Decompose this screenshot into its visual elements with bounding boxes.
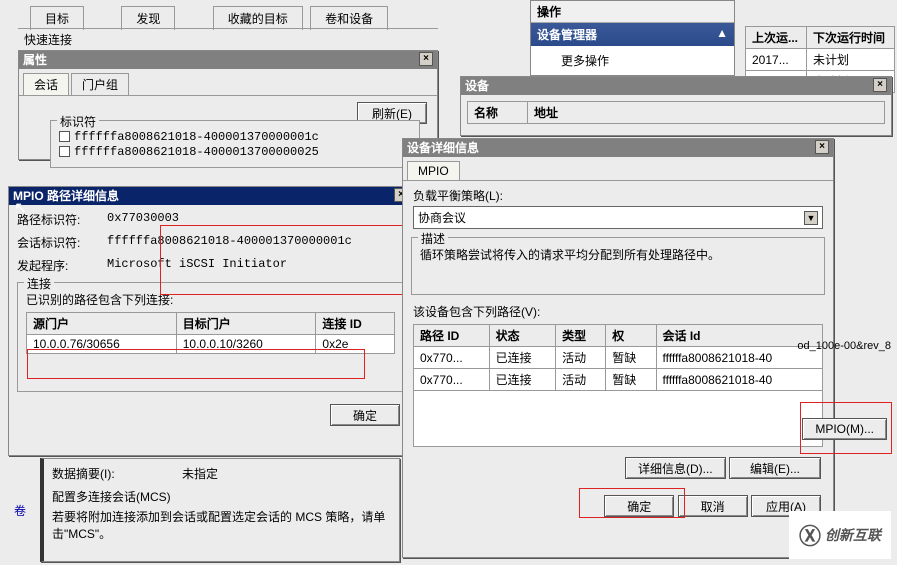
connections-legend: 连接 xyxy=(24,275,54,292)
devices-window: 设备 × 名称地址 xyxy=(460,76,892,136)
ok-button[interactable]: 确定 xyxy=(330,404,400,426)
device-manager-label: 设备管理器 xyxy=(537,26,597,43)
col-name: 名称 xyxy=(468,102,528,124)
cell: 0x770... xyxy=(414,347,490,369)
cell: 已连接 xyxy=(489,369,556,391)
tab-vol[interactable]: 卷和设备 xyxy=(310,6,388,30)
cell: 活动 xyxy=(556,347,606,369)
col-weight: 权 xyxy=(606,325,656,347)
ok-button[interactable]: 确定 xyxy=(604,495,674,517)
cell: 0x2e xyxy=(316,335,395,354)
path-id-label: 路径标识符: xyxy=(17,211,107,228)
col-path-id: 路径 ID xyxy=(414,325,490,347)
identifier-row[interactable]: ffffffa8008621018-4000013700000025 xyxy=(59,144,411,159)
info-panel: 数据摘要(I):未指定 配置多连接会话(MCS) 若要将附加连接添加到会话或配置… xyxy=(40,458,400,562)
paths-label: 该设备包含下列路径(V): xyxy=(413,303,823,320)
identifier-row[interactable]: ffffffa8008621018-400001370000001c xyxy=(59,129,411,144)
cancel-button[interactable]: 取消 xyxy=(678,495,748,517)
table-row[interactable]: 10.0.0.76/30656 10.0.0.10/3260 0x2e xyxy=(27,335,395,354)
more-actions[interactable]: 更多操作 xyxy=(531,46,734,75)
chevron-down-icon[interactable]: ▼ xyxy=(804,211,818,225)
cell: 2017... xyxy=(746,49,807,71)
initiator-value: Microsoft iSCSI Initiator xyxy=(107,257,287,274)
identifier-value: ffffffa8008621018-400001370000001c xyxy=(74,130,319,144)
tab-fav[interactable]: 收藏的目标 xyxy=(213,6,303,30)
connections-desc: 已识别的路径包含下列连接: xyxy=(26,291,395,308)
devices-table: 名称地址 xyxy=(467,101,885,124)
tab-mpio[interactable]: MPIO xyxy=(407,161,460,180)
tab-discover[interactable]: 发现 xyxy=(121,6,175,30)
initiator-label: 发起程序: xyxy=(17,257,107,274)
tab-portal-group[interactable]: 门户组 xyxy=(71,73,129,95)
col-target-portal: 目标门户 xyxy=(176,313,316,335)
session-id-label: 会话标识符: xyxy=(17,234,107,251)
actions-title: 操作 xyxy=(531,1,734,23)
col-nextrun: 下次运行时间 xyxy=(807,27,895,49)
table-row[interactable]: 0x770... 已连接 活动 暂缺 ffffffa8008621018-40 xyxy=(414,369,823,391)
left-nav-char[interactable]: 卷 xyxy=(14,502,26,519)
cell: ffffffa8008621018-40 xyxy=(656,369,822,391)
quick-connect-label: 快速连接 xyxy=(18,28,438,50)
session-id-value: ffffffa8008621018-400001370000001c xyxy=(107,234,352,251)
close-icon[interactable]: × xyxy=(419,52,433,66)
checkbox[interactable] xyxy=(59,146,70,157)
logo-icon: Ⓧ xyxy=(799,519,821,551)
mpio-window: MPIO 路径详细信息 × 路径标识符:0x77030003 会话标识符:fff… xyxy=(8,186,413,456)
load-balance-label: 负载平衡策略(L): xyxy=(403,181,833,206)
properties-titlebar: 属性 × xyxy=(19,51,437,69)
cell: 0x770... xyxy=(414,369,490,391)
device-label: od_100e-00&rev_8 xyxy=(797,340,891,352)
table-row[interactable]: 0x770... 已连接 活动 暂缺 ffffffa8008621018-40 xyxy=(414,347,823,369)
col-connection-id: 连接 ID xyxy=(316,313,395,335)
path-id-value: 0x77030003 xyxy=(107,211,179,228)
data-summary-value: 未指定 xyxy=(182,465,218,482)
cell: 暂缺 xyxy=(606,369,656,391)
checkbox[interactable] xyxy=(59,131,70,142)
identifier-value: ffffffa8008621018-4000013700000025 xyxy=(74,145,319,159)
cell: 未计划 xyxy=(807,49,895,71)
paths-table: 路径 ID 状态 类型 权 会话 Id 0x770... 已连接 活动 暂缺 f… xyxy=(413,324,823,391)
cell: 已连接 xyxy=(489,347,556,369)
details-button[interactable]: 详细信息(D)... xyxy=(625,457,726,479)
details-title: 设备详细信息 xyxy=(407,139,479,157)
tab-target[interactable]: 目标 xyxy=(30,6,84,30)
desc-legend: 描述 xyxy=(418,230,448,247)
mcs-title: 配置多连接会话(MCS) xyxy=(52,488,391,505)
col-addr: 地址 xyxy=(528,102,885,124)
cell: 暂缺 xyxy=(606,347,656,369)
tab-session[interactable]: 会话 xyxy=(23,73,69,95)
cell: 10.0.0.10/3260 xyxy=(176,335,316,354)
col-type: 类型 xyxy=(556,325,606,347)
details-titlebar: 设备详细信息 × xyxy=(403,139,833,157)
logo-text: 创新互联 xyxy=(825,525,881,545)
mpio-titlebar: MPIO 路径详细信息 × xyxy=(9,187,412,205)
data-summary-label: 数据摘要(I): xyxy=(52,465,182,482)
devices-titlebar: 设备 × xyxy=(461,77,891,95)
device-details-window: 设备详细信息 × MPIO 负载平衡策略(L): 协商会议 ▼ 描述 循环策略尝… xyxy=(402,138,834,558)
edit-button[interactable]: 编辑(E)... xyxy=(729,457,821,479)
properties-title: 属性 xyxy=(23,51,47,69)
close-icon[interactable]: × xyxy=(815,140,829,154)
load-balance-dropdown[interactable]: 协商会议 ▼ xyxy=(413,206,823,229)
connections-table: 源门户 目标门户 连接 ID 10.0.0.76/30656 10.0.0.10… xyxy=(26,312,395,354)
cell: 10.0.0.76/30656 xyxy=(27,335,177,354)
col-status: 状态 xyxy=(489,325,556,347)
close-icon[interactable]: × xyxy=(873,78,887,92)
col-source-portal: 源门户 xyxy=(27,313,177,335)
mpio-button[interactable]: MPIO(M)... xyxy=(802,418,887,440)
identifier-legend: 标识符 xyxy=(57,113,99,130)
actions-header[interactable]: 设备管理器 ▲ xyxy=(531,23,734,46)
mcs-desc: 若要将附加连接添加到会话或配置选定会话的 MCS 策略，请单击"MCS"。 xyxy=(52,509,391,543)
logo: Ⓧ 创新互联 xyxy=(789,511,891,559)
devices-title: 设备 xyxy=(465,77,489,95)
cell: 活动 xyxy=(556,369,606,391)
load-balance-value: 协商会议 xyxy=(418,209,466,226)
mpio-title: MPIO 路径详细信息 xyxy=(13,187,119,205)
arrow-up-icon[interactable]: ▲ xyxy=(716,26,728,43)
desc-text: 循环策略尝试将传入的请求平均分配到所有处理路径中。 xyxy=(420,246,816,263)
col-lastrun: 上次运... xyxy=(746,27,807,49)
